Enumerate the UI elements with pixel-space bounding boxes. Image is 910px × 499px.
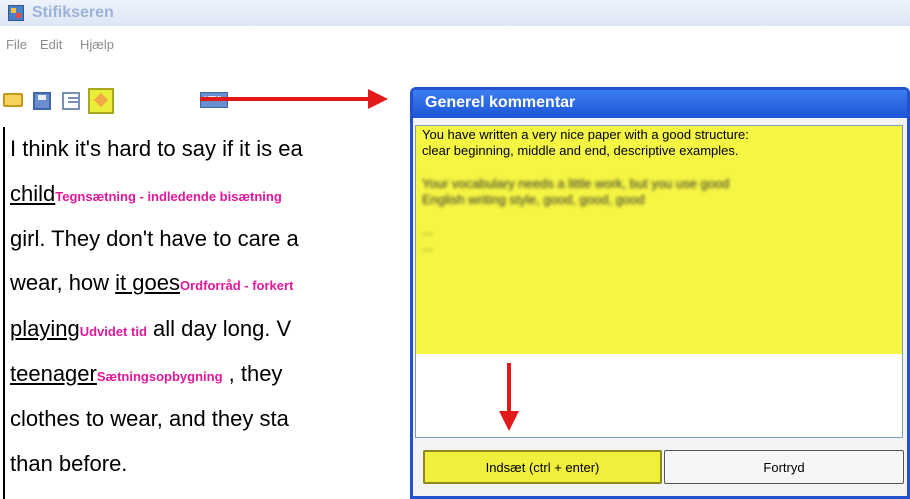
marked-word[interactable]: child xyxy=(10,181,55,206)
toolbar: HTML xyxy=(0,88,410,122)
window-title: Stifikseren xyxy=(32,4,114,21)
marked-word[interactable]: teenager xyxy=(10,361,97,386)
comment-icon[interactable] xyxy=(88,88,114,114)
dialog-title: Generel kommentar xyxy=(425,94,576,111)
comment-line: You have written a very nice paper with … xyxy=(422,127,749,142)
comment-line-blurred: ... xyxy=(422,223,433,238)
doc-line: I think it's hard to say if it is ea xyxy=(10,136,303,161)
comment-line-blurred: ... xyxy=(422,239,433,254)
doc-line: than before. xyxy=(10,451,128,476)
insert-button[interactable]: Indsæt (ctrl + enter) xyxy=(423,450,662,484)
doc-line: wear, how it goesOrdforråd - forkert xyxy=(10,270,294,295)
error-tag[interactable]: Ordforråd - forkert xyxy=(180,278,293,293)
doc-line: girl. They don't have to care a xyxy=(10,226,299,251)
red-arrow-down xyxy=(499,363,519,431)
save-icon[interactable] xyxy=(33,92,51,110)
cancel-button[interactable]: Fortryd xyxy=(664,450,904,484)
doc-line: teenagerSætningsopbygning , they xyxy=(10,361,283,386)
comment-line: clear beginning, middle and end, descrip… xyxy=(422,143,739,158)
comment-highlight: You have written a very nice paper with … xyxy=(416,126,902,354)
menu-bar: File Edit Hjælp xyxy=(0,36,910,56)
marked-word[interactable]: playing xyxy=(10,316,80,341)
menu-help[interactable]: Hjælp xyxy=(80,37,114,52)
menu-edit[interactable]: Edit xyxy=(40,37,62,52)
comment-line-blurred: English writing style, good, good, good xyxy=(422,192,645,207)
edit-icon[interactable] xyxy=(62,92,80,110)
dialog-title-bar[interactable]: Generel kommentar xyxy=(413,90,907,118)
doc-line: childTegnsætning - indledende bisætning xyxy=(10,181,282,210)
red-arrow-right xyxy=(200,89,388,109)
app-icon xyxy=(8,5,24,21)
comment-line-blurred: Your vocabulary needs a little work, but… xyxy=(422,176,730,191)
document-border xyxy=(3,127,5,499)
menu-file[interactable]: File xyxy=(6,37,27,52)
marked-word[interactable]: it goes xyxy=(115,270,180,295)
error-tag[interactable]: Tegnsætning - indledende bisætning xyxy=(55,189,282,204)
doc-line: playingUdvidet tid all day long. V xyxy=(10,316,292,341)
error-tag[interactable]: Udvidet tid xyxy=(80,324,147,339)
main-title-bar[interactable]: Stifikseren xyxy=(0,0,910,26)
open-folder-icon[interactable] xyxy=(3,93,23,107)
comment-dialog: Generel kommentar You have written a ver… xyxy=(410,87,910,499)
comment-textarea[interactable]: You have written a very nice paper with … xyxy=(415,125,903,438)
error-tag[interactable]: Sætningsopbygning xyxy=(97,369,223,384)
doc-line: clothes to wear, and they sta xyxy=(10,406,289,431)
